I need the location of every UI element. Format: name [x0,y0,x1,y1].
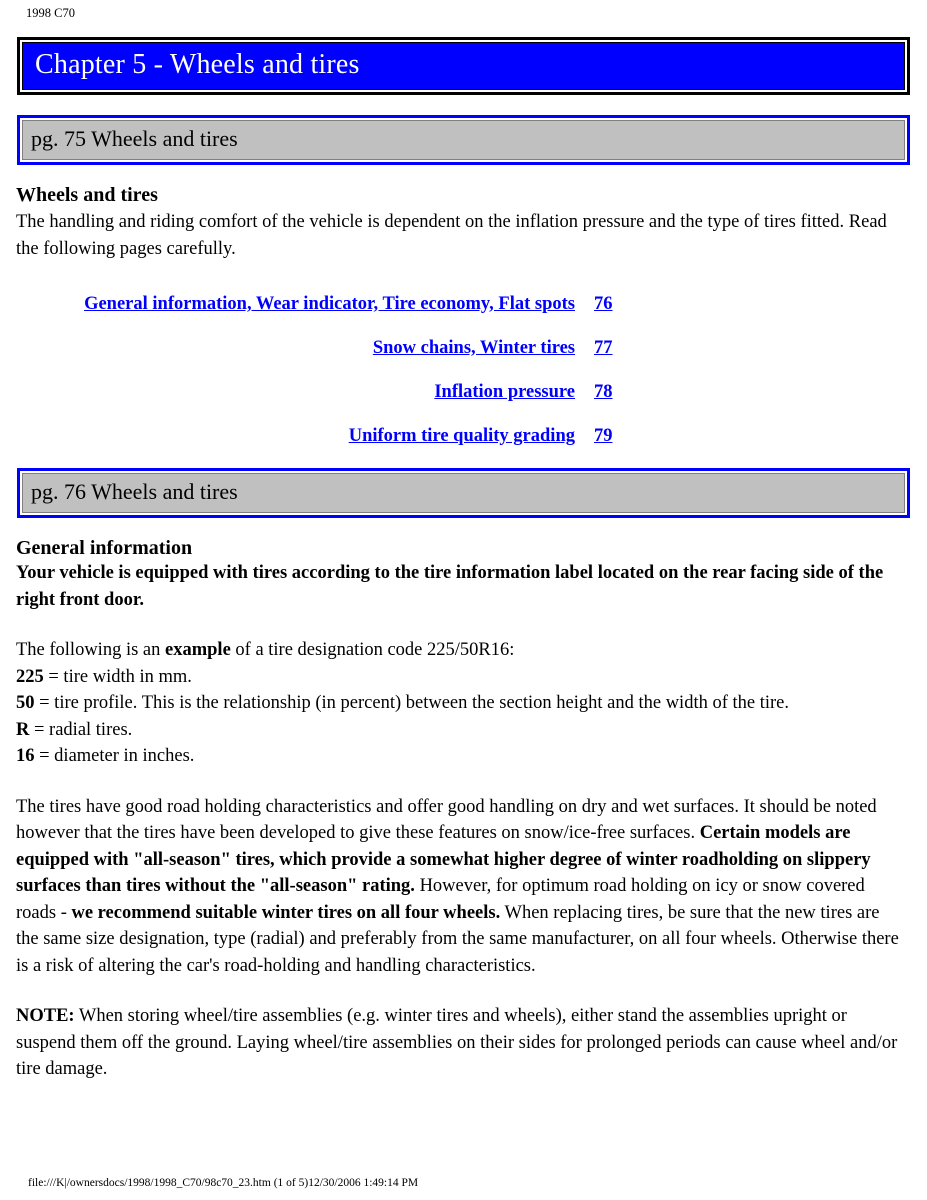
page-banner-75-fill: pg. 75 Wheels and tires [22,120,905,160]
designation-prefix: The following is an [16,640,166,660]
designation-bold-word: example [165,640,231,660]
toc-row: Snow chains, Winter tires 77 [16,336,616,360]
chapter-banner-fill: Chapter 5 - Wheels and tires [22,42,905,90]
winter-tires-bold-text: we recommend suitable winter tires on al… [71,902,501,923]
toc-page-number[interactable]: 77 [594,336,616,360]
note-text: When storing wheel/tire assemblies (e.g.… [16,1006,898,1079]
toc-link-general-information[interactable]: General information, Wear indicator, Tir… [84,292,575,316]
designation-desc: = diameter in inches. [34,746,195,766]
page-banner-75: pg. 75 Wheels and tires [17,115,910,165]
page-banner-76-title: pg. 76 Wheels and tires [31,479,238,504]
toc-link-uniform-tire-quality-grading[interactable]: Uniform tire quality grading [349,424,575,448]
toc-link-inflation-pressure[interactable]: Inflation pressure [434,380,575,404]
footer-path: file:///K|/ownersdocs/1998/1998_C70/98c7… [28,1177,419,1189]
designation-code: 225 [16,666,44,687]
section-heading-wheels-and-tires: Wheels and tires [16,184,158,206]
designation-item: 225 = tire width in mm. [16,664,903,691]
chapter-title: Chapter 5 - Wheels and tires [35,49,360,80]
designation-suffix: of a tire designation code 225/50R16: [230,640,515,660]
road-holding-paragraph: The tires have good road holding charact… [16,794,903,980]
toc-row: Uniform tire quality grading 79 [16,424,616,448]
designation-desc: = tire profile. This is the relationship… [34,693,789,713]
designation-code: 16 [16,746,35,766]
designation-item: 16 = diameter in inches. [16,743,903,770]
running-head: 1998 C70 [26,6,75,20]
designation-item: R = radial tires. [16,717,903,744]
section-heading-general-information: General information [16,537,193,559]
toc-page-number[interactable]: 79 [594,424,616,448]
toc-row: General information, Wear indicator, Tir… [16,292,616,316]
lead-bold-paragraph: Your vehicle is equipped with tires acco… [16,563,884,610]
toc-page-number[interactable]: 76 [594,292,616,316]
section-intro-paragraph: The handling and riding comfort of the v… [16,212,887,259]
toc-row: Inflation pressure 78 [16,380,616,404]
designation-code: 50 [16,693,35,713]
note-paragraph: NOTE: When storing wheel/tire assemblies… [16,1003,903,1083]
section-76-content: General information Your vehicle is equi… [0,536,927,1083]
tire-designation-intro: The following is an example of a tire de… [16,637,903,664]
document-page: 1998 C70 Chapter 5 - Wheels and tires pg… [0,0,927,1189]
section-75-content: Wheels and tires The handling and riding… [0,183,927,448]
designation-item: 50 = tire profile. This is the relations… [16,690,903,717]
toc-link-snow-chains-winter-tires[interactable]: Snow chains, Winter tires [373,336,575,360]
designation-desc: = radial tires. [29,719,133,740]
toc-page-number[interactable]: 78 [594,380,616,404]
note-label: NOTE: [16,1006,75,1026]
page-banner-76: pg. 76 Wheels and tires [17,468,910,518]
table-of-contents: General information, Wear indicator, Tir… [16,292,903,448]
designation-code: R [16,719,30,740]
chapter-banner: Chapter 5 - Wheels and tires [17,37,910,95]
page-banner-75-title: pg. 75 Wheels and tires [31,126,238,151]
page-banner-76-fill: pg. 76 Wheels and tires [22,473,905,513]
designation-desc: = tire width in mm. [43,666,192,687]
